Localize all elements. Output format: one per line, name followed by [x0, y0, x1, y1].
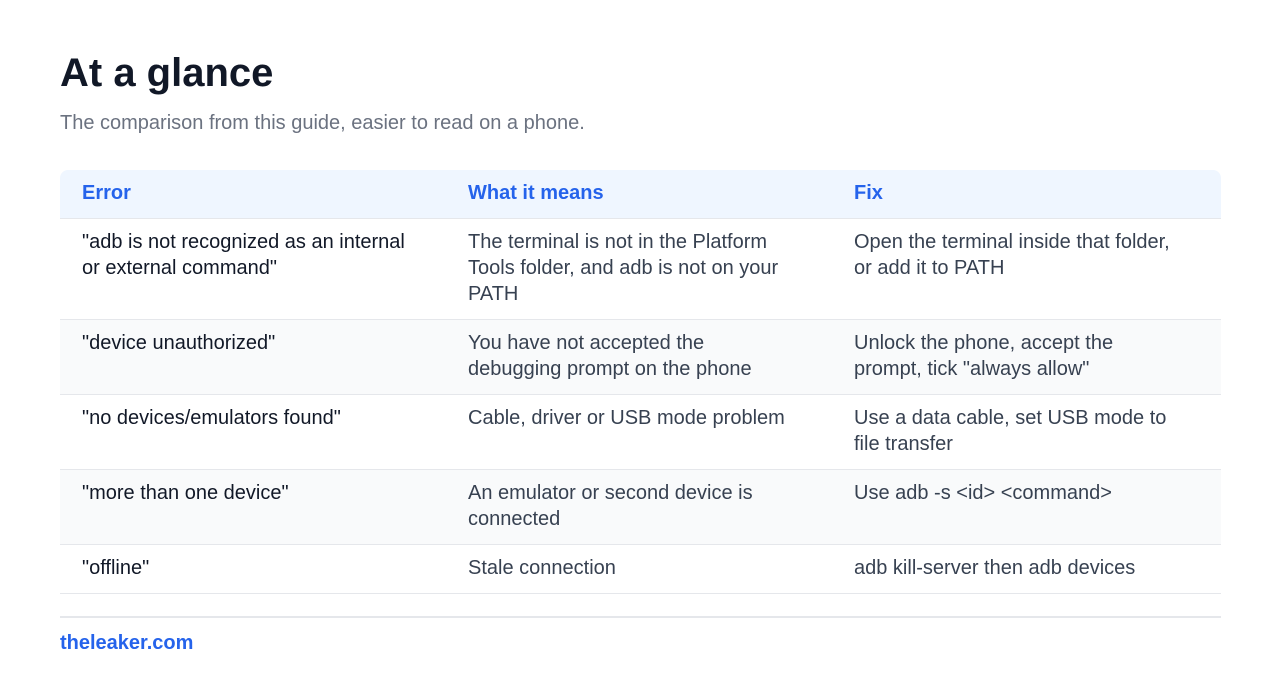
table-row: "adb is not recognized as an internal or… [60, 218, 1221, 320]
page-title: At a glance [60, 51, 274, 95]
table-row: "device unauthorized" You have not accep… [60, 319, 1221, 395]
fix-cell: Use a data cable, set USB mode to file t… [832, 394, 1221, 470]
page-subtitle: The comparison from this guide, easier t… [60, 112, 585, 134]
error-cell: "no devices/emulators found" [60, 394, 446, 470]
column-header-fix: Fix [832, 170, 1221, 219]
table-header-row: Error What it means Fix [60, 170, 1221, 219]
meaning-cell: An emulator or second device is connecte… [446, 469, 832, 545]
column-header-error: Error [60, 170, 446, 219]
fix-cell: Use adb -s <id> <command> [832, 469, 1221, 545]
site-link[interactable]: theleaker.com [60, 630, 193, 656]
table-header: Error What it means Fix [60, 170, 1221, 219]
error-cell: "adb is not recognized as an internal or… [60, 218, 446, 320]
meaning-cell: Stale connection [446, 544, 832, 594]
table-body: "adb is not recognized as an internal or… [60, 218, 1221, 594]
comparison-table: Error What it means Fix "adb is not reco… [60, 170, 1221, 594]
table-row: "no devices/emulators found" Cable, driv… [60, 394, 1221, 470]
meaning-cell: You have not accepted the debugging prom… [446, 319, 832, 395]
table-row: "offline" Stale connection adb kill-serv… [60, 544, 1221, 594]
page: At a glance The comparison from this gui… [0, 0, 1280, 678]
fix-cell: Open the terminal inside that folder, or… [832, 218, 1221, 320]
error-cell: "device unauthorized" [60, 319, 446, 395]
footer-divider [60, 616, 1221, 618]
meaning-cell: Cable, driver or USB mode problem [446, 394, 832, 470]
fix-cell: Unlock the phone, accept the prompt, tic… [832, 319, 1221, 395]
table-row: "more than one device" An emulator or se… [60, 469, 1221, 545]
column-header-meaning: What it means [446, 170, 832, 219]
meaning-cell: The terminal is not in the Platform Tool… [446, 218, 832, 320]
error-cell: "offline" [60, 544, 446, 594]
error-cell: "more than one device" [60, 469, 446, 545]
fix-cell: adb kill-server then adb devices [832, 544, 1221, 594]
